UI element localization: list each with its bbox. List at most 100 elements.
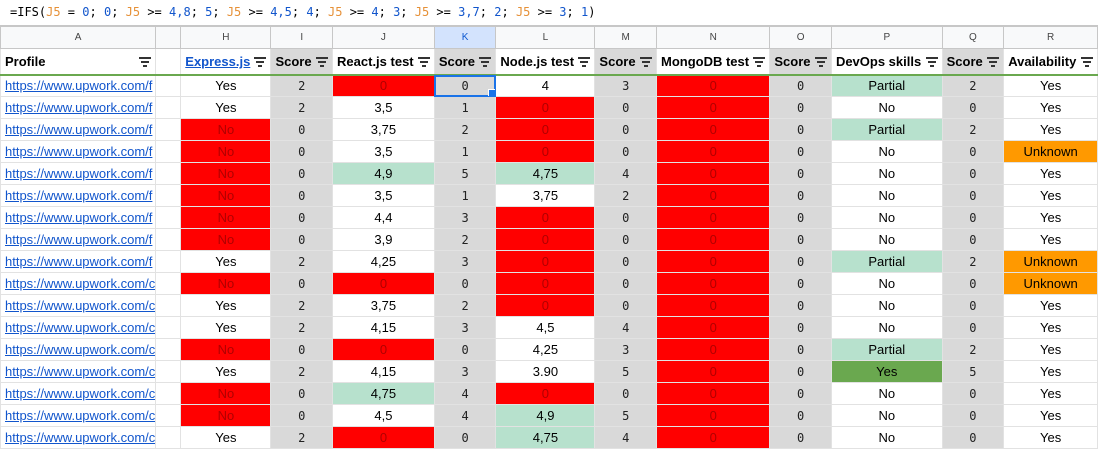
cell-l[interactable]: 0 [495,294,596,317]
cell-h[interactable]: No [180,382,272,405]
cell-n[interactable]: 0 [655,316,771,339]
cell-r[interactable]: Yes [1003,162,1098,185]
header-express-js[interactable]: Express.js [180,48,272,76]
column-letter-r[interactable]: R [1003,26,1098,49]
cell-j[interactable]: 0 [332,338,435,361]
cell-m[interactable]: 2 [594,184,657,207]
cell-q[interactable]: 0 [941,382,1005,405]
cell-r[interactable]: Yes [1003,382,1098,405]
cell-l[interactable]: 3.90 [495,360,596,383]
cell-o[interactable]: 0 [769,360,832,383]
header-score[interactable]: Score [594,48,657,76]
profile-link[interactable]: https://www.upwork.com/f [0,162,157,185]
cell-j[interactable]: 4,15 [332,360,435,383]
cell-n[interactable]: 0 [655,228,771,251]
cell-m[interactable]: 3 [594,74,657,97]
cell-o[interactable]: 0 [769,118,832,141]
cell-q[interactable]: 0 [941,404,1005,427]
cell-n[interactable]: 0 [655,404,771,427]
cell-n[interactable]: 0 [655,96,771,119]
cell-r[interactable]: Yes [1003,426,1098,449]
cell-o[interactable]: 0 [769,272,832,295]
cell-n[interactable]: 0 [655,426,771,449]
cell-k[interactable]: 0 [433,272,497,295]
cell-i[interactable]: 2 [270,96,334,119]
cell-k[interactable]: 3 [433,250,497,273]
cell-n[interactable]: 0 [655,184,771,207]
cell-r[interactable]: Yes [1003,74,1098,97]
cell-i[interactable]: 2 [270,74,334,97]
profile-link[interactable]: https://www.upwork.com/c [0,426,157,449]
selection-fill-handle[interactable] [488,89,495,96]
cell-r[interactable]: Yes [1003,338,1098,361]
filter-icon[interactable] [578,57,591,67]
cell-m[interactable]: 4 [594,162,657,185]
cell-h[interactable]: Yes [180,74,272,97]
cell-j[interactable]: 4,25 [332,250,435,273]
cell-j[interactable]: 3,5 [332,140,435,163]
cell-h[interactable]: No [180,338,272,361]
cell-m[interactable]: 0 [594,228,657,251]
cell-o[interactable]: 0 [769,316,832,339]
cell-r[interactable]: Yes [1003,184,1098,207]
cell-p[interactable]: No [830,382,943,405]
cell-h[interactable]: No [180,118,272,141]
cell-j[interactable]: 3,5 [332,184,435,207]
cell-n[interactable]: 0 [655,272,771,295]
cell-j[interactable]: 0 [332,426,435,449]
cell-l[interactable]: 0 [495,96,596,119]
cell-l[interactable]: 0 [495,272,596,295]
cell-m[interactable]: 0 [594,140,657,163]
profile-link[interactable]: https://www.upwork.com/f [0,228,157,251]
header-node-js-test[interactable]: Node.js test [495,48,596,76]
column-letter-q[interactable]: Q [941,26,1005,49]
cell-p[interactable]: Partial [830,250,943,273]
cell-i[interactable]: 0 [270,404,334,427]
cell-q[interactable]: 0 [941,426,1005,449]
cell-j[interactable]: 3,75 [332,118,435,141]
cell-p[interactable]: Partial [830,118,943,141]
cell-h[interactable]: No [180,272,272,295]
cell-p[interactable]: Yes [830,360,943,383]
cell-p[interactable]: No [830,96,943,119]
cell-i[interactable]: 2 [270,294,334,317]
cell-h[interactable]: Yes [180,250,272,273]
cell-l[interactable]: 0 [495,250,596,273]
cell-o[interactable]: 0 [769,96,832,119]
cell-h[interactable]: Yes [180,426,272,449]
filter-icon[interactable] [987,57,1000,67]
profile-link[interactable]: https://www.upwork.com/c [0,338,157,361]
cell-k[interactable]: 2 [433,294,497,317]
cell-i[interactable]: 2 [270,316,334,339]
cell-m[interactable]: 5 [594,404,657,427]
cell-j[interactable]: 3,5 [332,96,435,119]
cell-n[interactable]: 0 [655,118,771,141]
cell-r[interactable]: Yes [1003,118,1098,141]
cell-o[interactable]: 0 [769,382,832,405]
cell-k[interactable]: 5 [433,162,497,185]
filter-icon[interactable] [814,57,827,67]
cell-n[interactable]: 0 [655,338,771,361]
filter-icon[interactable] [316,57,329,67]
profile-link[interactable]: https://www.upwork.com/c [0,316,157,339]
cell-h[interactable]: No [180,140,272,163]
cell-i[interactable]: 2 [270,360,334,383]
cell-m[interactable]: 0 [594,118,657,141]
cell-m[interactable]: 0 [594,294,657,317]
filter-icon[interactable] [639,57,652,67]
cell-q[interactable]: 0 [941,228,1005,251]
cell-k[interactable]: 3 [433,316,497,339]
cell-q[interactable]: 2 [941,338,1005,361]
cell-h[interactable]: No [180,184,272,207]
cell-j[interactable]: 4,5 [332,404,435,427]
column-letter-i[interactable]: I [270,26,334,49]
cell-q[interactable]: 2 [941,118,1005,141]
cell-n[interactable]: 0 [655,294,771,317]
cell-o[interactable]: 0 [769,338,832,361]
filter-icon[interactable] [925,57,938,67]
cell-m[interactable]: 0 [594,382,657,405]
cell-k[interactable]: 3 [433,206,497,229]
filter-icon[interactable] [417,57,430,67]
header-react-js-test[interactable]: React.js test [332,48,435,76]
cell-o[interactable]: 0 [769,404,832,427]
